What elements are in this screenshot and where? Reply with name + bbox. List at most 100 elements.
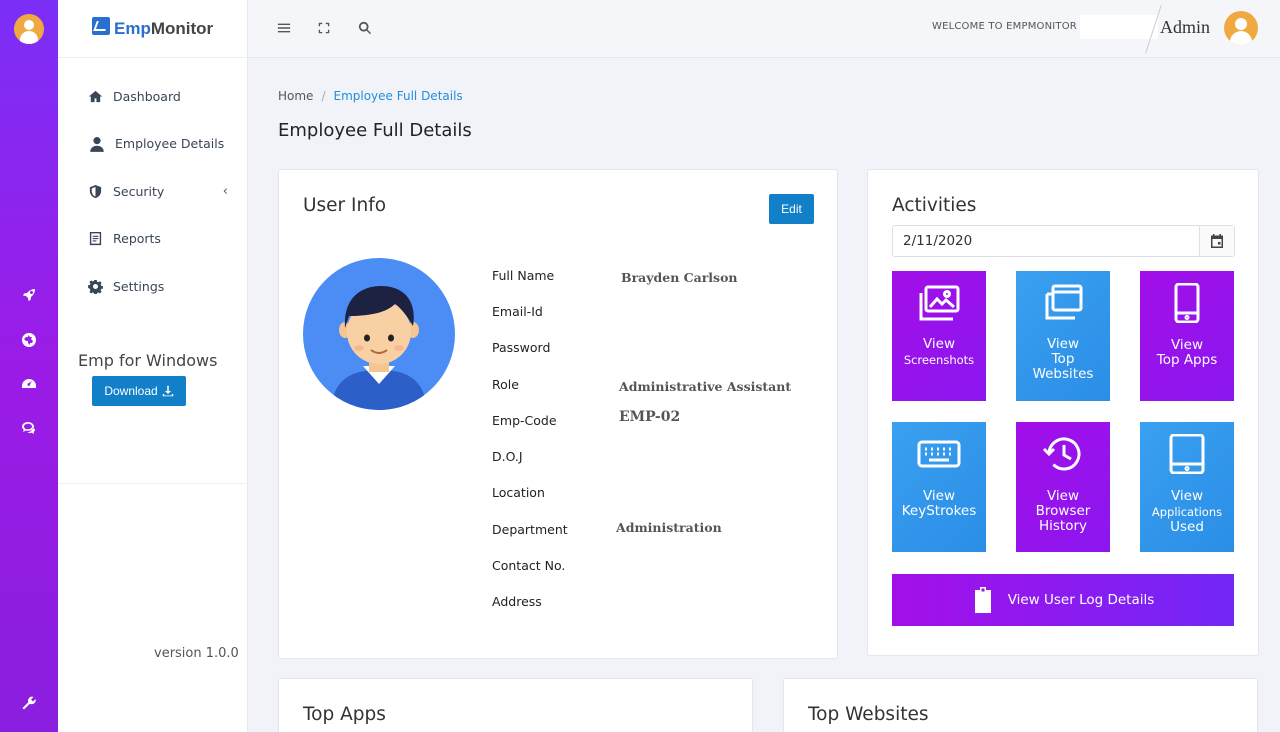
download-icon <box>162 385 173 397</box>
search-icon[interactable] <box>357 20 373 36</box>
page-title: Employee Full Details <box>278 120 472 141</box>
sidebar-nav: Dashboard Employee Details Security ‹ Re… <box>88 84 228 322</box>
field-label-emp-code: Emp-Code <box>492 413 557 428</box>
download-button[interactable]: Download <box>92 376 186 406</box>
field-label-full-name: Full Name <box>492 268 555 283</box>
tile-line2: Browser <box>1035 503 1091 519</box>
top-websites-title: Top Websites <box>808 704 929 725</box>
breadcrumb-current[interactable]: Employee Full Details <box>333 89 462 103</box>
view-browser-history-tile[interactable]: View Browser History <box>1016 422 1110 552</box>
field-label-department: Department <box>492 522 568 537</box>
view-screenshots-tile[interactable]: View Screenshots <box>892 271 986 401</box>
windows-icon <box>1045 284 1083 320</box>
activities-card: Activities View Screenshots View Top Web… <box>867 169 1259 656</box>
top-apps-card: Top Apps <box>278 678 753 732</box>
employee-avatar <box>303 258 455 410</box>
welcome-text: WELCOME TO EMPMONITOR <box>932 21 1077 32</box>
breadcrumb-home[interactable]: Home <box>278 89 313 103</box>
field-label-location: Location <box>492 485 545 500</box>
field-value-full-name: Brayden Carlson <box>621 270 738 285</box>
user-info-card: User Info Edit Full Name Brayden Carlson… <box>278 169 838 659</box>
tile-line3: Websites <box>1032 366 1094 382</box>
user-avatar[interactable] <box>1224 11 1258 45</box>
keyboard-icon <box>917 440 961 468</box>
view-top-apps-tile[interactable]: View Top Apps <box>1140 271 1234 401</box>
field-label-email: Email-Id <box>492 304 543 319</box>
sidebar-item-dashboard[interactable]: Dashboard <box>88 84 228 108</box>
tile-line3: Used <box>1170 519 1204 535</box>
rocket-icon[interactable] <box>19 285 39 305</box>
view-keystrokes-tile[interactable]: View KeyStrokes <box>892 422 986 552</box>
calendar-button[interactable] <box>1199 226 1234 256</box>
sidebar-item-label: Dashboard <box>113 88 181 104</box>
download-label: Download <box>104 384 158 398</box>
logo[interactable]: EmpMonitor <box>58 0 248 58</box>
sidebar-item-label: Security <box>113 183 165 199</box>
field-value-emp-code: EMP-02 <box>619 409 681 425</box>
sidebar-divider <box>58 483 248 484</box>
tile-line3: History <box>1038 518 1088 534</box>
top-apps-title: Top Apps <box>303 704 386 725</box>
sidebar-item-reports[interactable]: Reports <box>88 227 228 251</box>
chevron-left-icon[interactable]: ‹ <box>223 184 228 199</box>
tile-line2: Applications <box>1151 505 1223 519</box>
view-top-websites-tile[interactable]: View Top Websites <box>1016 271 1110 401</box>
tile-line2: Top Apps <box>1156 352 1218 368</box>
activities-title: Activities <box>892 195 977 216</box>
tile-line2: KeyStrokes <box>901 503 977 519</box>
icon-rail <box>0 0 58 732</box>
breadcrumb: Home / Employee Full Details <box>278 89 463 103</box>
field-label-contact: Contact No. <box>492 558 566 573</box>
images-icon <box>919 285 960 321</box>
field-label-address: Address <box>492 594 542 609</box>
history-icon <box>1042 437 1081 471</box>
wrench-icon[interactable] <box>19 693 39 713</box>
calendar-icon <box>1211 234 1223 248</box>
sidebar-item-settings[interactable]: Settings <box>88 274 228 298</box>
field-label-doj: D.O.J <box>492 449 523 464</box>
tile-line1: View <box>1170 337 1204 353</box>
tile-line1: View <box>922 336 956 352</box>
log-label: View User Log Details <box>1007 592 1155 608</box>
tile-line1: View <box>1046 488 1080 504</box>
tile-line1: View <box>922 488 956 504</box>
shield-icon <box>89 184 102 198</box>
menu-icon[interactable] <box>276 20 292 36</box>
user-name[interactable]: Admin <box>1160 17 1210 38</box>
sidebar-item-security[interactable]: Security ‹ <box>88 179 228 203</box>
tile-line2: Screenshots <box>903 353 975 367</box>
logo-mark-icon <box>92 16 110 35</box>
clipboard-list-icon <box>974 587 991 613</box>
top-bar: WELCOME TO EMPMONITOR Admin <box>248 0 1280 58</box>
view-user-log-details-button[interactable]: View User Log Details <box>892 574 1234 626</box>
date-input[interactable] <box>893 226 1199 256</box>
tablet-icon <box>1169 434 1205 474</box>
header-blank-field <box>1080 15 1158 39</box>
sidebar: EmpMonitor Dashboard Employee Details Se… <box>58 0 248 732</box>
mobile-icon <box>1174 283 1200 323</box>
chat-icon[interactable] <box>19 418 39 438</box>
version-label: version 1.0.0 <box>154 646 239 661</box>
field-label-password: Password <box>492 340 551 355</box>
tile-line2: Top <box>1051 351 1075 367</box>
report-icon <box>89 231 102 246</box>
gear-icon <box>88 279 103 294</box>
tile-line1: View <box>1046 336 1080 352</box>
sidebar-item-employee-details[interactable]: Employee Details <box>88 132 228 156</box>
sidebar-item-label: Employee Details <box>115 136 225 151</box>
sidebar-item-label: Settings <box>113 278 165 294</box>
globe-icon[interactable] <box>19 330 39 350</box>
tile-line1: View <box>1170 488 1204 504</box>
rail-avatar[interactable] <box>14 14 44 44</box>
breadcrumb-separator: / <box>321 89 326 103</box>
view-applications-used-tile[interactable]: View Applications Used <box>1140 422 1234 552</box>
edit-button[interactable]: Edit <box>769 194 814 224</box>
logo-text: EmpMonitor <box>114 18 214 38</box>
employee-icon <box>90 136 104 152</box>
field-value-department: Administration <box>616 520 722 535</box>
sidebar-item-label: Reports <box>113 231 161 246</box>
dashboard-icon[interactable] <box>19 374 39 394</box>
field-label-role: Role <box>492 377 519 392</box>
fullscreen-icon[interactable] <box>316 20 332 36</box>
field-value-role: Administrative Assistant <box>619 379 792 394</box>
